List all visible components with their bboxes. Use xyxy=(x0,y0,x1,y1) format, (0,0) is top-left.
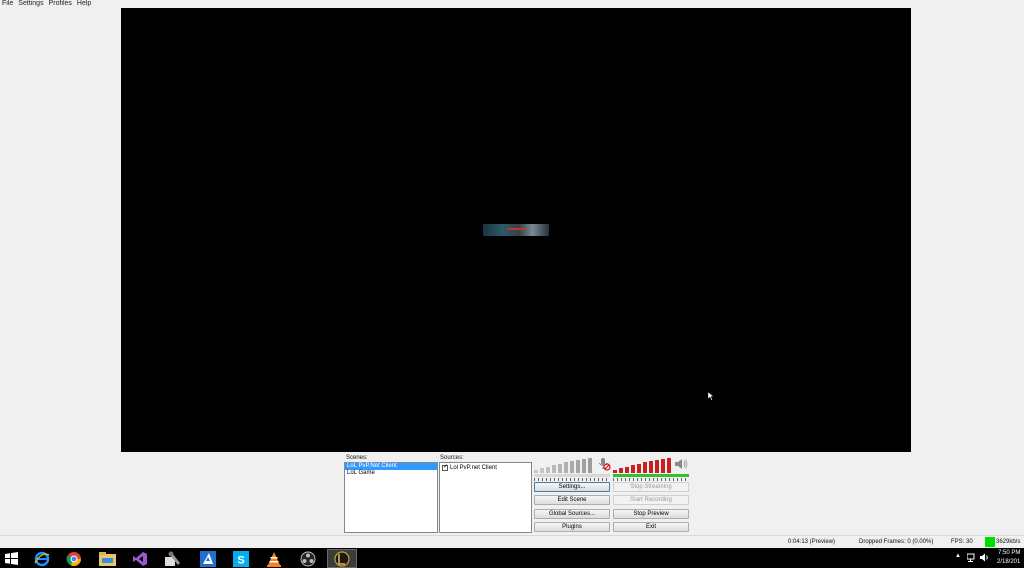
plugins-button[interactable]: Plugins xyxy=(534,522,610,532)
scene-item-lol-pvp-net-client[interactable]: LoL PvP.Net Client xyxy=(345,463,437,470)
exit-button[interactable]: Exit xyxy=(613,522,689,532)
global-sources-button[interactable]: Global Sources... xyxy=(534,509,610,519)
azure-icon[interactable] xyxy=(193,549,223,568)
league-of-legends-icon[interactable] xyxy=(327,549,357,568)
windows-start-icon[interactable] xyxy=(0,549,22,568)
menu-profiles[interactable]: Profiles xyxy=(47,0,75,8)
source-item-label: Lol PvP.net Client xyxy=(450,464,497,471)
speaker-icon[interactable] xyxy=(674,457,688,471)
chrome-icon[interactable] xyxy=(59,549,89,568)
preview-source-thumbnail xyxy=(483,224,549,236)
stream-time: 0:04:13 (Preview) xyxy=(788,539,836,545)
menu-bar: File Settings Profiles Help xyxy=(0,0,94,8)
taskbar: S ▲ 7:50 PM 2/18/201 xyxy=(0,548,1024,568)
scenes-list[interactable]: LoL PvP.Net Client LoL Game xyxy=(344,462,438,533)
mic-meter-ticks xyxy=(534,478,610,481)
visual-studio-icon[interactable] xyxy=(125,549,155,568)
network-icon[interactable] xyxy=(967,553,976,562)
tray-expand-icon[interactable]: ▲ xyxy=(955,553,961,559)
menu-help[interactable]: Help xyxy=(75,0,94,8)
file-explorer-icon[interactable] xyxy=(92,549,122,568)
fps-readout: FPS: 30 xyxy=(951,539,973,545)
clock-time[interactable]: 7:50 PM xyxy=(998,550,1020,556)
desktop-level-meter xyxy=(613,474,689,477)
source-visible-checkbox[interactable] xyxy=(442,463,448,471)
sources-label: Sources: xyxy=(440,455,464,461)
start-recording-button[interactable]: Start Recording xyxy=(613,495,689,505)
scene-item-lol-game[interactable]: LoL Game xyxy=(345,470,437,477)
scenes-label: Scenes: xyxy=(346,455,368,461)
mouse-cursor-icon xyxy=(708,392,714,401)
edit-scene-button[interactable]: Edit Scene xyxy=(534,495,610,505)
source-item[interactable]: Lol PvP.net Client xyxy=(440,463,531,472)
vlc-icon[interactable] xyxy=(259,549,289,568)
mic-volume-slider[interactable] xyxy=(534,457,594,473)
svg-text:S: S xyxy=(237,554,244,566)
bitrate-indicator xyxy=(985,537,995,547)
desktop-meter-ticks xyxy=(613,478,689,481)
clock-date[interactable]: 2/18/201 xyxy=(997,559,1020,565)
settings-button[interactable]: Settings... xyxy=(534,482,610,492)
mic-muted-icon[interactable] xyxy=(597,457,611,471)
stop-preview-button[interactable]: Stop Preview xyxy=(613,509,689,519)
preview-area xyxy=(121,8,911,452)
tools-icon[interactable] xyxy=(158,549,188,568)
menu-file[interactable]: File xyxy=(0,0,16,8)
sources-list[interactable]: Lol PvP.net Client xyxy=(439,462,532,533)
menu-settings[interactable]: Settings xyxy=(16,0,46,8)
volume-tray-icon[interactable] xyxy=(980,553,989,562)
status-bar: 0:04:13 (Preview) Dropped Frames: 0 (0.0… xyxy=(0,535,1024,548)
obs-icon[interactable] xyxy=(293,549,323,568)
dropped-frames: Dropped Frames: 0 (0.00%) xyxy=(859,539,934,545)
skype-icon[interactable]: S xyxy=(226,549,256,568)
internet-explorer-icon[interactable] xyxy=(27,549,57,568)
stop-streaming-button[interactable]: Stop Streaming xyxy=(613,482,689,492)
desktop-volume-slider[interactable] xyxy=(613,457,673,473)
bitrate-readout: 3629kb/s xyxy=(996,539,1021,545)
mic-level-meter xyxy=(534,474,610,477)
